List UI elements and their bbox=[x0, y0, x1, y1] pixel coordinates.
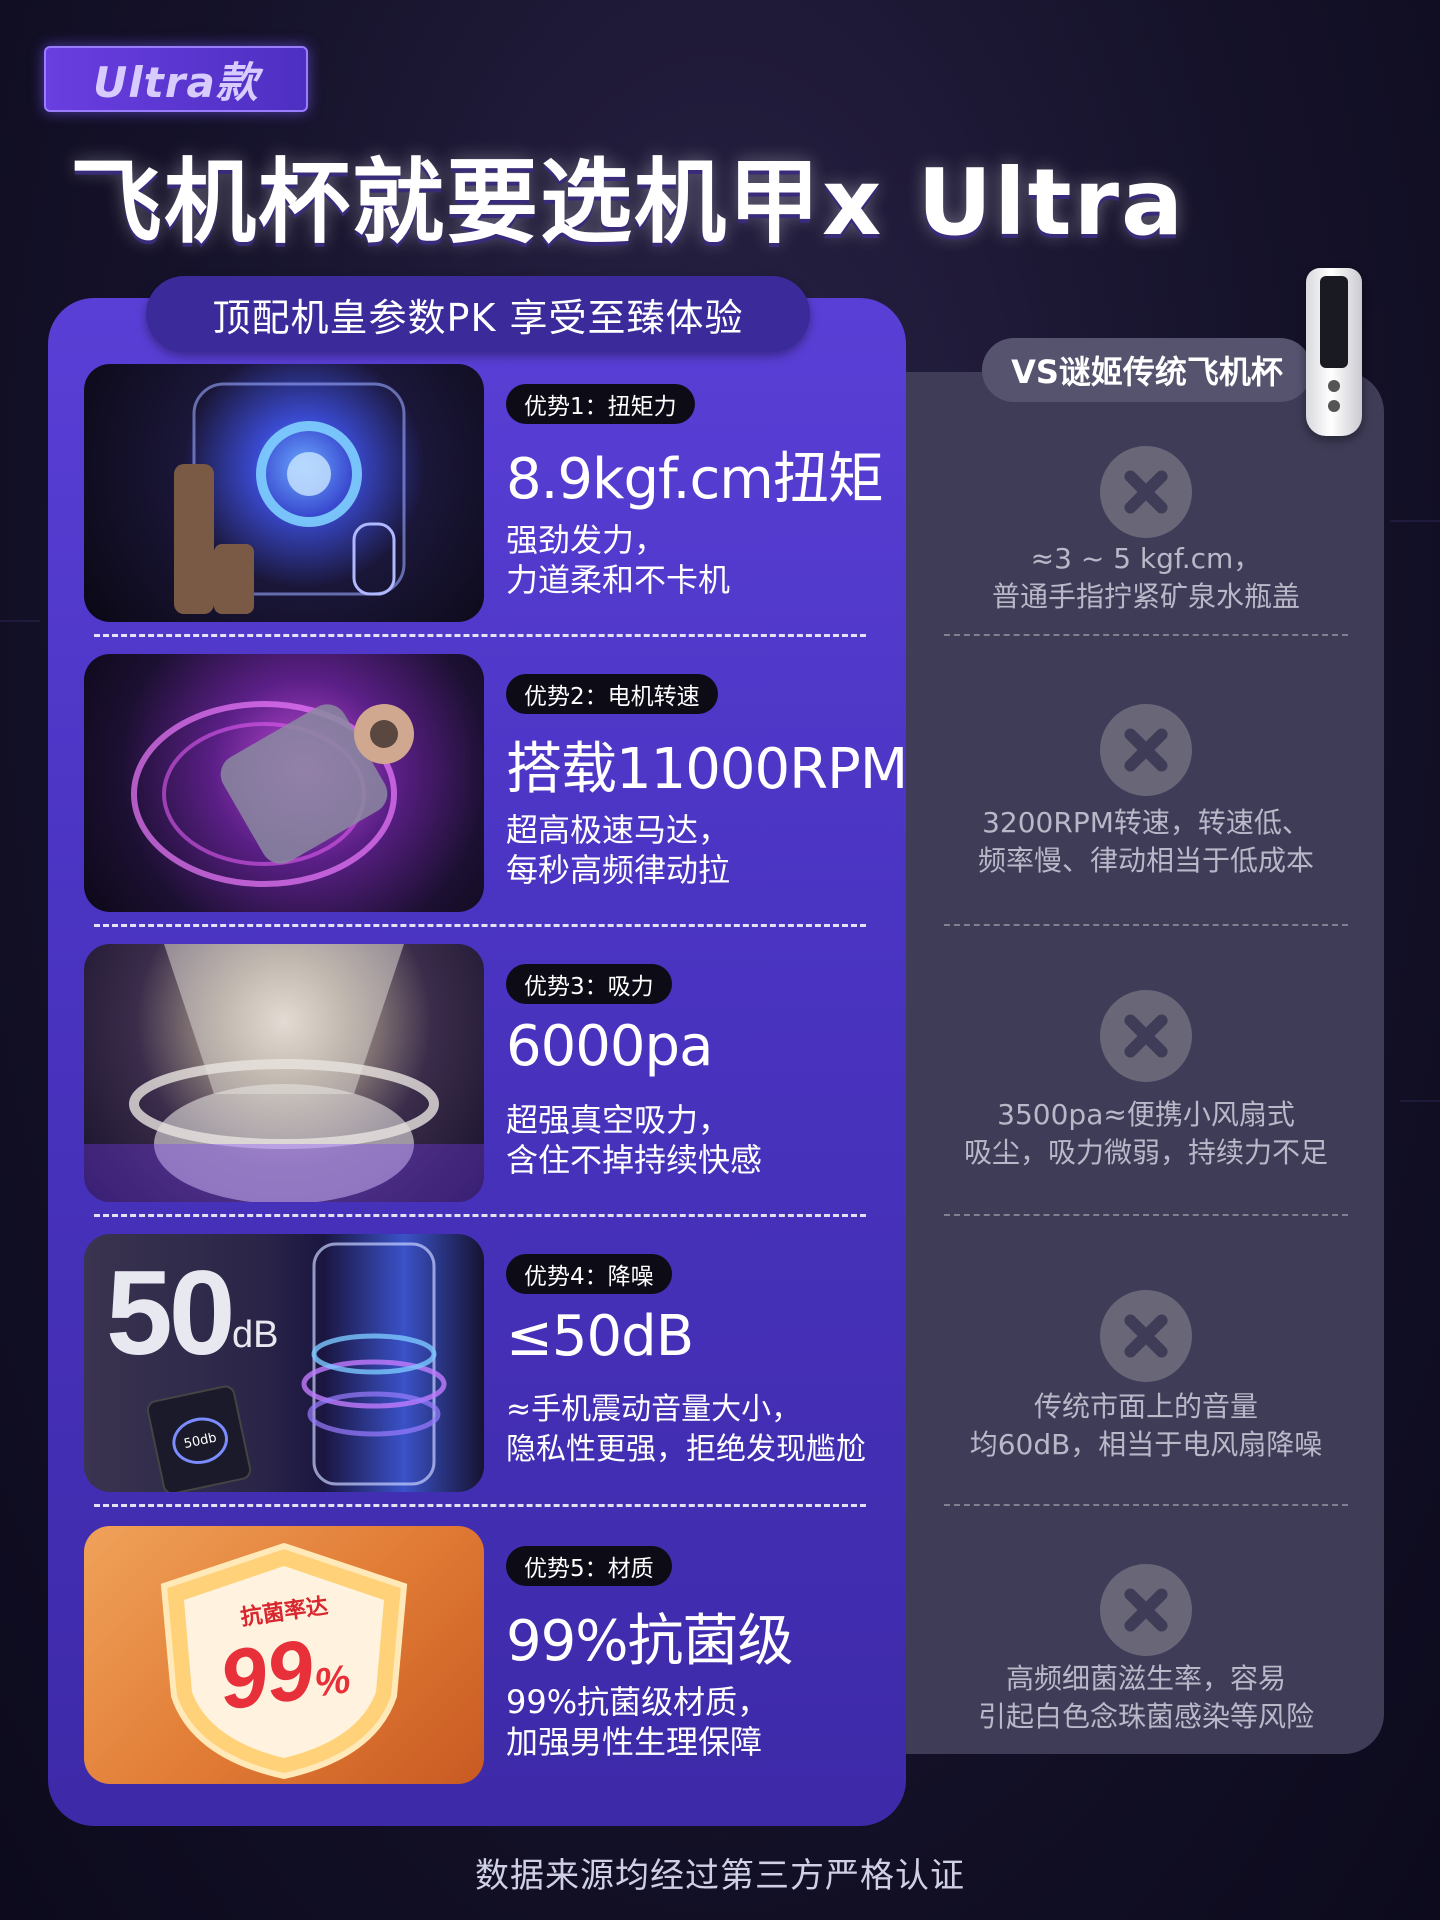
advantage-headline: 99%抗菌级 bbox=[506, 1609, 793, 1674]
x-mark-icon bbox=[1100, 990, 1192, 1082]
desc-line: 99%抗菌级材质， bbox=[506, 1683, 770, 1721]
motor-image bbox=[84, 654, 484, 912]
advantage-tag: 优势2：电机转速 bbox=[506, 674, 718, 714]
advantage-headline: 搭载11000RPM bbox=[506, 737, 908, 802]
compare-line: 引起白色念珠菌感染等风险 bbox=[977, 1700, 1314, 1733]
desc-line: 强劲发力， bbox=[506, 521, 667, 559]
desc-line: 每秒高频律动拉 bbox=[506, 851, 731, 889]
row-divider bbox=[944, 924, 1348, 926]
shield-number: 99 bbox=[213, 1621, 320, 1728]
desc-line: 含住不掉持续快感 bbox=[506, 1141, 763, 1179]
advantage-tag: 优势1：扭矩力 bbox=[506, 384, 695, 424]
advantage-tag: 优势4：降噪 bbox=[506, 1254, 672, 1294]
shield-unit: % bbox=[311, 1657, 354, 1706]
advantage-description: 99%抗菌级材质， 加强男性生理保障 bbox=[506, 1682, 769, 1762]
advantage-headline: 6000pa bbox=[506, 1014, 713, 1079]
comparison-text: 3500pa≈便携小风扇式 吸尘，吸力微弱，持续力不足 bbox=[930, 1096, 1362, 1172]
shield-image: 抗菌率达 99% bbox=[84, 1526, 484, 1784]
desc-line: 超强真空吸力， bbox=[506, 1101, 731, 1139]
desc-line: 加强男性生理保障 bbox=[506, 1723, 763, 1761]
row-divider bbox=[94, 634, 866, 637]
advantage-tag: 优势3：吸力 bbox=[506, 964, 672, 1004]
compare-line: 普通手指拧紧矿泉水瓶盖 bbox=[991, 580, 1300, 613]
compare-line: 高频细菌滋生率，容易 bbox=[1005, 1662, 1286, 1695]
row-divider bbox=[944, 1504, 1348, 1506]
ultra-badge: Ultra款 bbox=[44, 46, 308, 112]
desc-line: 超高极速马达， bbox=[506, 811, 731, 849]
footer-note: 数据来源均经过第三方严格认证 bbox=[475, 1856, 965, 1896]
row-divider bbox=[94, 1214, 866, 1217]
compare-line: 均60dB，相当于电风扇降噪 bbox=[969, 1428, 1323, 1461]
row-divider bbox=[944, 634, 1348, 636]
x-mark-icon bbox=[1100, 446, 1192, 538]
compare-line: 传统市面上的音量 bbox=[1033, 1390, 1258, 1423]
desc-line: ≈手机震动音量大小， bbox=[506, 1392, 802, 1427]
desc-line: 隐私性更强，拒绝发现尴尬 bbox=[506, 1432, 866, 1467]
comparison-text: 3200RPM转速，转速低、 频率慢、律动相当于低成本 bbox=[930, 804, 1362, 880]
advantage-headline: ≤50dB bbox=[506, 1304, 694, 1369]
comparison-text: 高频细菌滋生率，容易 引起白色念珠菌感染等风险 bbox=[930, 1660, 1362, 1736]
subtitle-pill: 顶配机皇参数PK 享受至臻体验 bbox=[146, 276, 810, 352]
row-divider bbox=[94, 1504, 866, 1507]
compare-line: 3500pa≈便携小风扇式 bbox=[997, 1098, 1295, 1131]
advantage-description: 强劲发力， 力道柔和不卡机 bbox=[506, 520, 730, 600]
advantage-description: ≈手机震动音量大小， 隐私性更强，拒绝发现尴尬 bbox=[506, 1390, 866, 1470]
x-mark-icon bbox=[1100, 704, 1192, 796]
row-divider bbox=[94, 924, 866, 927]
desc-line: 力道柔和不卡机 bbox=[506, 561, 731, 599]
comparison-text: ≈3 ~ 5 kgf.cm， 普通手指拧紧矿泉水瓶盖 bbox=[930, 540, 1362, 616]
advantage-description: 超高极速马达， 每秒高频律动拉 bbox=[506, 810, 730, 890]
advantage-tag: 优势5：材质 bbox=[506, 1546, 672, 1586]
x-mark-icon bbox=[1100, 1564, 1192, 1656]
row-divider bbox=[944, 1214, 1348, 1216]
compare-line: 频率慢、律动相当于低成本 bbox=[977, 844, 1314, 877]
robot-arm-device-image bbox=[84, 364, 484, 622]
suction-cup-image bbox=[84, 944, 484, 1202]
advantage-headline: 8.9kgf.cm扭矩 bbox=[506, 447, 884, 512]
advantage-description: 超强真空吸力， 含住不掉持续快感 bbox=[506, 1100, 762, 1180]
advantage-row-5: 抗菌率达 99% 优势5：材质 99%抗菌级 99%抗菌级材质， 加强男性生理保… bbox=[0, 1526, 1440, 1784]
compare-line: 吸尘，吸力微弱，持续力不足 bbox=[963, 1136, 1328, 1169]
compare-line: 3200RPM转速，转速低、 bbox=[982, 806, 1310, 839]
noise-meter-image: 50 dB 50db bbox=[84, 1234, 484, 1492]
page-title: 飞机杯就要选机甲x Ultra bbox=[70, 149, 1186, 256]
x-mark-icon bbox=[1100, 1290, 1192, 1382]
comparison-text: 传统市面上的音量 均60dB，相当于电风扇降噪 bbox=[930, 1388, 1362, 1464]
compare-line: ≈3 ~ 5 kgf.cm， bbox=[1030, 542, 1262, 575]
